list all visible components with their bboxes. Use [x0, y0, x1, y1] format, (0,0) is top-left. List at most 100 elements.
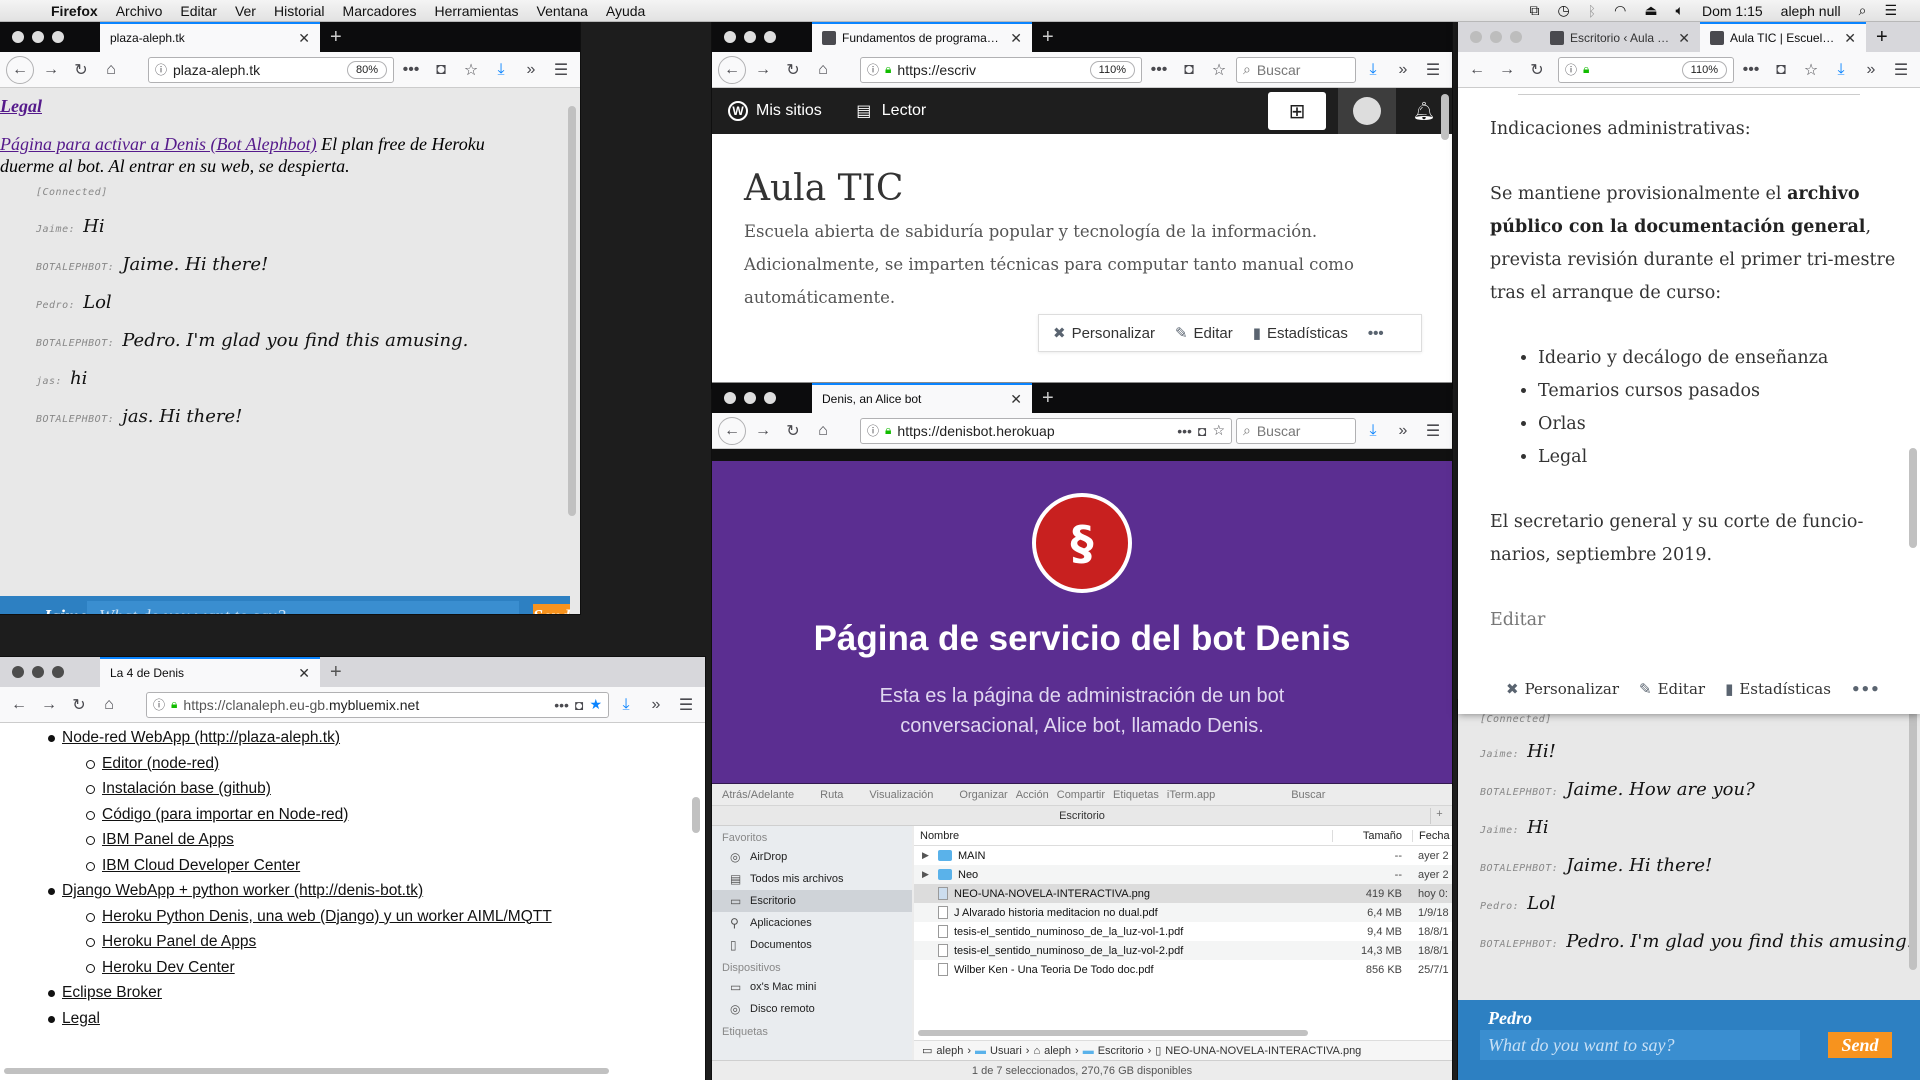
edit-button[interactable]: ✎ Editar: [1639, 673, 1705, 706]
menu-user[interactable]: aleph null: [1772, 3, 1850, 19]
zoom-indicator[interactable]: 80%: [346, 60, 387, 79]
list-link[interactable]: Heroku Panel de Apps: [102, 933, 256, 950]
chat-nick[interactable]: Pedro: [1488, 1008, 1532, 1029]
toolbar-back-forward[interactable]: Atrás/Adelante: [722, 789, 794, 801]
list-link[interactable]: Django WebApp + python worker (http://de…: [62, 882, 423, 899]
list-link[interactable]: Heroku Dev Center: [102, 959, 235, 976]
close-tab-icon[interactable]: ✕: [1010, 391, 1022, 408]
path-segment[interactable]: aleph: [936, 1045, 963, 1057]
info-icon[interactable]: ⓘ: [155, 61, 167, 78]
sidebar-item-applications[interactable]: ⚲ Aplicaciones: [712, 912, 912, 934]
forward-button[interactable]: →: [750, 57, 776, 83]
tab-la4-denis[interactable]: La 4 de Denis ✕: [100, 657, 320, 687]
write-post-button[interactable]: ⊞: [1268, 92, 1326, 130]
stats-button[interactable]: ▮ Estadísticas: [1253, 324, 1348, 343]
customize-button[interactable]: ✖ Personalizar: [1053, 324, 1155, 343]
scrollbar[interactable]: [1909, 710, 1917, 970]
pocket-icon[interactable]: ◘: [1768, 57, 1794, 83]
file-row[interactable]: tesis-el_sentido_numinoso_de_la_luz-vol-…: [914, 922, 1452, 941]
download-icon[interactable]: ⤓: [1360, 418, 1386, 444]
activate-bot-link[interactable]: Página para activar a Denis (Bot Alephbo…: [0, 134, 317, 154]
overflow-icon[interactable]: »: [1390, 418, 1416, 444]
list-link[interactable]: Eclipse Broker: [62, 984, 162, 1001]
pocket-icon[interactable]: ◘: [575, 697, 583, 713]
chat-input[interactable]: What do you want to say?: [1480, 1030, 1800, 1060]
url-bar[interactable]: ⓘ 🔒︎ https://denisbot.herokuap ••• ◘ ☆: [860, 417, 1232, 444]
window-controls[interactable]: [712, 392, 788, 404]
info-icon[interactable]: ⓘ: [1565, 61, 1577, 78]
file-row[interactable]: tesis-el_sentido_numinoso_de_la_luz-vol-…: [914, 941, 1452, 960]
stats-button[interactable]: ▮ Estadísticas: [1725, 673, 1831, 706]
toolbar-path[interactable]: Ruta: [820, 789, 843, 801]
toolbar-search[interactable]: Buscar: [1291, 789, 1325, 801]
back-button[interactable]: ←: [718, 55, 746, 84]
wifi-icon[interactable]: ◠: [1605, 2, 1635, 19]
home-button[interactable]: ⌂: [96, 692, 122, 718]
reader-menu[interactable]: ▤ Lector: [838, 101, 942, 121]
my-sites-menu[interactable]: W Mis sitios: [712, 101, 838, 121]
list-link[interactable]: Heroku Python Denis, una web (Django) y …: [102, 908, 552, 925]
list-link[interactable]: Legal: [62, 1010, 100, 1027]
notification-center-icon[interactable]: ☰: [1875, 2, 1906, 19]
file-row[interactable]: J Alvarado historia meditacion no dual.p…: [914, 903, 1452, 922]
screen-mirror-icon[interactable]: ⧉: [1520, 2, 1548, 19]
url-bar[interactable]: ⓘ 🔒︎ 110%: [1558, 56, 1734, 83]
list-link[interactable]: Instalación base (github): [102, 780, 271, 797]
list-link[interactable]: Código (para importar en Node-red): [102, 806, 348, 823]
scrollbar[interactable]: [1441, 94, 1449, 140]
tab-denis[interactable]: Denis, an Alice bot ✕: [812, 383, 1032, 413]
pocket-icon[interactable]: ◘: [1176, 57, 1202, 83]
download-icon[interactable]: ⤓: [1360, 57, 1386, 83]
new-tab-button[interactable]: +: [1866, 26, 1898, 49]
bookmark-star-icon[interactable]: ☆: [1206, 57, 1232, 83]
pocket-icon[interactable]: ◘: [428, 57, 454, 83]
sidebar-item-all-files[interactable]: ▤ Todos mis archivos: [712, 868, 912, 890]
menu-marcadores[interactable]: Marcadores: [334, 3, 426, 19]
path-segment[interactable]: Usuari: [990, 1045, 1022, 1057]
home-button[interactable]: ⌂: [810, 418, 836, 444]
scrollbar[interactable]: [568, 106, 576, 516]
overflow-icon[interactable]: »: [518, 57, 544, 83]
menu-historial[interactable]: Historial: [265, 3, 334, 19]
toolbar-action[interactable]: Acción: [1016, 789, 1049, 801]
close-tab-icon[interactable]: ✕: [1844, 30, 1856, 47]
more-options-icon[interactable]: •••: [1851, 673, 1880, 706]
sidebar-item-desktop[interactable]: ▭ Escritorio: [712, 890, 912, 912]
volume-icon[interactable]: 🔈︎: [1667, 2, 1693, 19]
reload-button[interactable]: ↻: [68, 57, 94, 83]
back-button[interactable]: ←: [1464, 57, 1490, 83]
page-actions-icon[interactable]: •••: [1177, 423, 1192, 439]
bluetooth-icon[interactable]: ᛒ: [1579, 3, 1605, 19]
sidebar-item-mac-mini[interactable]: ▭ ox's Mac mini: [712, 976, 912, 998]
column-size[interactable]: Tamaño: [1332, 829, 1412, 842]
menu-archivo[interactable]: Archivo: [107, 3, 172, 19]
forward-button[interactable]: →: [36, 692, 62, 718]
forward-button[interactable]: →: [750, 418, 776, 444]
toolbar-share[interactable]: Compartir: [1057, 789, 1105, 801]
reload-button[interactable]: ↻: [780, 57, 806, 83]
close-tab-icon[interactable]: ✕: [1010, 30, 1022, 47]
info-icon[interactable]: ⓘ: [153, 696, 165, 713]
edit-button[interactable]: ✎ Editar: [1175, 324, 1233, 343]
new-tab-button[interactable]: +: [320, 26, 352, 49]
file-row[interactable]: ▶ Neo -- ayer 2: [914, 865, 1452, 884]
home-button[interactable]: ⌂: [810, 57, 836, 83]
bookmark-star-icon[interactable]: ☆: [458, 57, 484, 83]
forward-button[interactable]: →: [38, 57, 64, 83]
edit-link[interactable]: Editar: [1490, 604, 1896, 637]
avatar[interactable]: [1338, 88, 1396, 134]
disclosure-triangle-icon[interactable]: ▶: [922, 850, 932, 861]
window-controls[interactable]: [0, 666, 76, 678]
scrollbar[interactable]: [1909, 448, 1917, 548]
page-actions-icon[interactable]: •••: [1738, 57, 1764, 83]
new-tab-button[interactable]: +: [1032, 387, 1064, 410]
chat-send-button[interactable]: Send: [533, 604, 571, 614]
new-tab-button[interactable]: +: [1032, 26, 1064, 49]
toolbar-iterm[interactable]: iTerm.app: [1167, 789, 1215, 801]
overflow-icon[interactable]: »: [1858, 57, 1884, 83]
time-machine-icon[interactable]: ◷: [1548, 2, 1578, 19]
column-name[interactable]: Nombre: [914, 830, 1332, 842]
disclosure-triangle-icon[interactable]: ▶: [922, 869, 932, 880]
list-link[interactable]: Node-red WebApp (http://plaza-aleph.tk): [62, 729, 340, 746]
path-segment[interactable]: aleph: [1044, 1045, 1071, 1057]
